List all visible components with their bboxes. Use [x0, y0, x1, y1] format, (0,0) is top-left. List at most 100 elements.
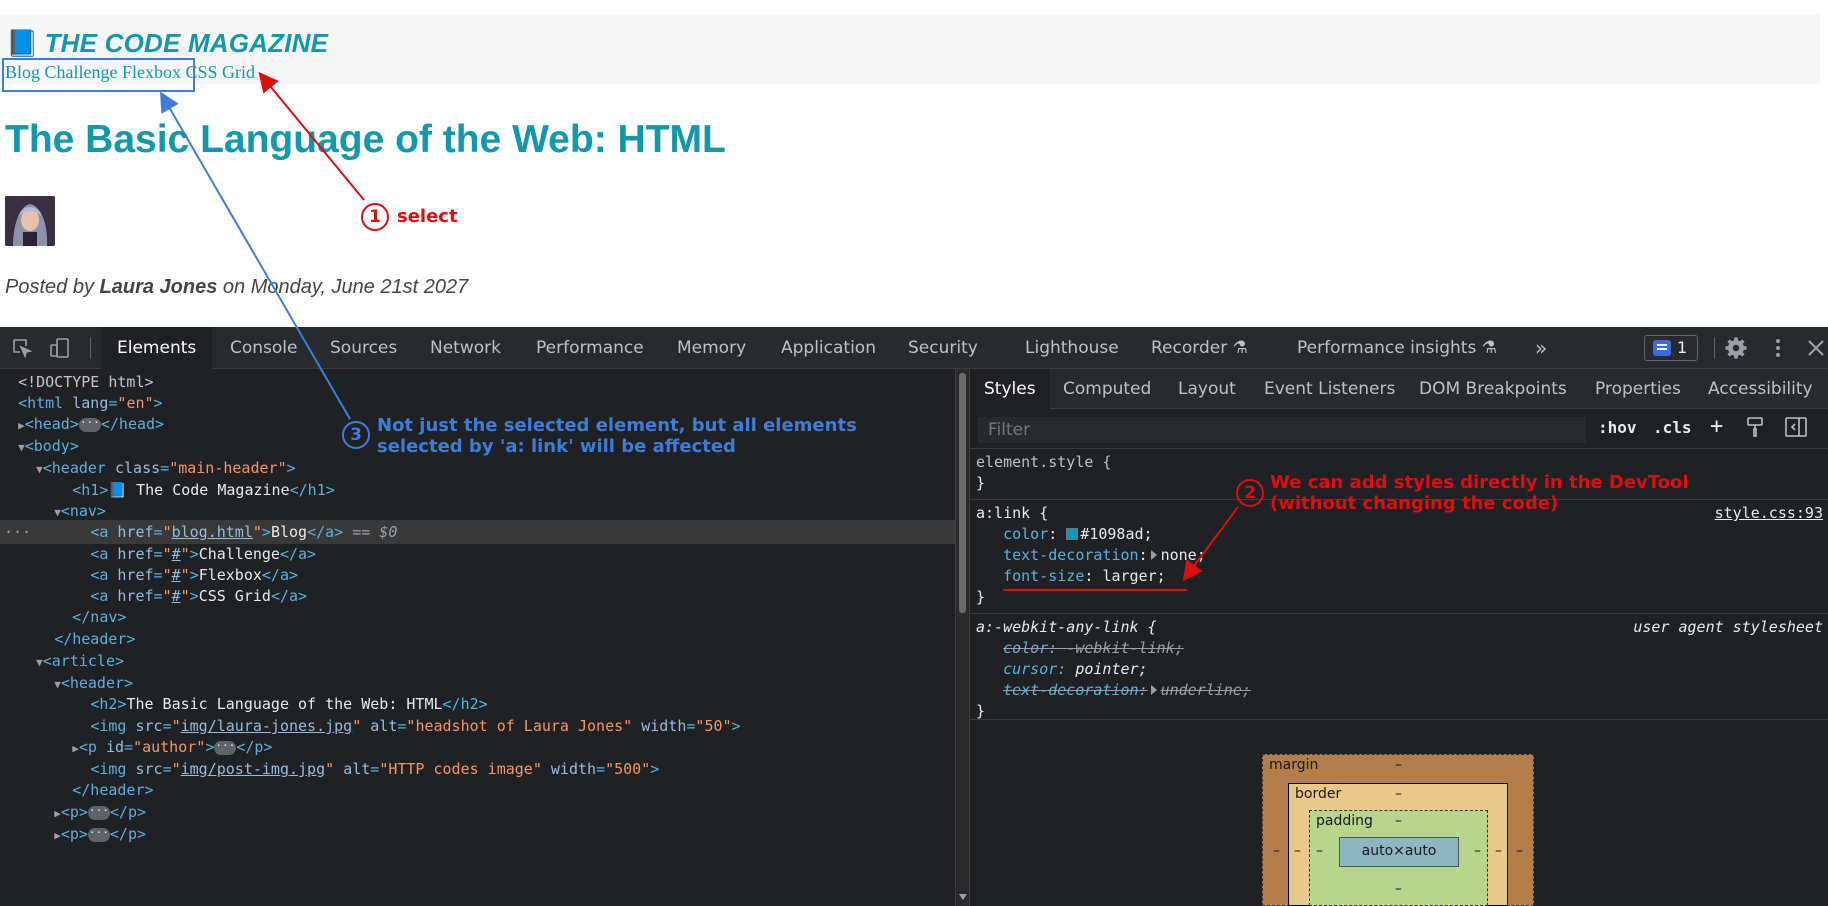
tab-separator	[90, 337, 91, 359]
css-declaration[interactable]: color: -webkit-link;	[976, 638, 1184, 659]
node-actions-icon[interactable]: ···	[4, 520, 31, 544]
ellipsis-icon[interactable]: ···	[87, 805, 110, 820]
tab-console[interactable]: Console	[230, 327, 298, 369]
color-swatch[interactable]	[1066, 528, 1079, 540]
devtools-tab-bar: Elements Console Sources Network Perform…	[0, 327, 1828, 369]
tab-lighthouse[interactable]: Lighthouse	[1025, 327, 1119, 369]
tab-memory[interactable]: Memory	[677, 327, 746, 369]
issues-badge[interactable]: 1	[1644, 335, 1698, 361]
expand-triangle-icon[interactable]	[1150, 550, 1157, 560]
dom-node-body[interactable]: ▼<body>	[0, 434, 955, 458]
user-agent-label: user agent stylesheet	[1633, 618, 1823, 636]
class-toggle[interactable]: .cls	[1653, 418, 1692, 437]
site-title: 📘 THE CODE MAGAZINE	[6, 28, 329, 58]
new-style-rule-icon[interactable]: +	[1710, 414, 1723, 439]
box-model-content[interactable]: auto×auto	[1339, 837, 1459, 867]
dom-node-header[interactable]: ▼<header class="main-header">	[0, 456, 955, 480]
issues-icon	[1653, 340, 1671, 356]
css-declaration[interactable]: color: #1098ad;	[976, 524, 1152, 545]
rule-selector[interactable]: a:-webkit-any-link {	[976, 618, 1157, 636]
expand-triangle-icon[interactable]: ▶	[54, 807, 61, 820]
scroll-down-arrow-icon[interactable]	[959, 894, 967, 900]
tab-recorder[interactable]: Recorder ⚗	[1151, 327, 1248, 369]
tab-styles[interactable]: Styles	[970, 369, 1050, 409]
dom-node-p[interactable]: ▶<p>···</p>	[0, 822, 955, 846]
user-agent-rule: a:-webkit-any-link { user agent styleshe…	[970, 615, 1828, 720]
tab-performance[interactable]: Performance	[536, 327, 644, 369]
css-declaration[interactable]: cursor: pointer;	[976, 659, 1148, 680]
settings-gear-icon[interactable]	[1724, 336, 1748, 360]
a-link-rule: a:link { style.css:93 color: #1098ad; te…	[970, 501, 1828, 614]
nav-link-css-grid[interactable]: CSS Grid	[186, 62, 256, 82]
dom-node-p-author[interactable]: ▶<p id="author">···</p>	[0, 735, 955, 759]
tab-accessibility[interactable]: Accessibility	[1708, 369, 1813, 409]
collapse-triangle-icon[interactable]: ▼	[54, 678, 61, 691]
tab-properties[interactable]: Properties	[1595, 369, 1681, 409]
author-name: Laura Jones	[99, 276, 218, 298]
device-toolbar-icon[interactable]	[48, 336, 72, 360]
more-tabs-icon[interactable]: »	[1535, 327, 1547, 369]
dom-node-header-close[interactable]: </header>	[0, 627, 955, 651]
expand-triangle-icon[interactable]: ▶	[72, 742, 79, 755]
devtools-body: <!DOCTYPE html> <html lang="en"> ▶<head>…	[0, 369, 1828, 906]
styles-filter-input[interactable]	[978, 417, 1586, 443]
main-header: 📘 THE CODE MAGAZINE	[0, 14, 1820, 84]
tab-computed[interactable]: Computed	[1063, 369, 1151, 409]
dom-node-p[interactable]: ▶<p>···</p>	[0, 800, 955, 824]
collapse-triangle-icon[interactable]: ▼	[36, 463, 43, 476]
tab-separator	[1714, 337, 1715, 359]
tab-dom-breakpoints[interactable]: DOM Breakpoints	[1419, 369, 1567, 409]
source-link[interactable]: style.css:93	[1715, 503, 1823, 524]
css-declaration-added[interactable]: font-size: larger;	[976, 566, 1166, 587]
more-options-icon[interactable]	[1766, 336, 1790, 360]
ellipsis-icon[interactable]: ···	[87, 827, 110, 842]
article-title: The Basic Language of the Web: HTML	[5, 118, 726, 161]
ellipsis-icon[interactable]: ···	[78, 417, 101, 432]
paint-brush-icon[interactable]	[1745, 416, 1765, 442]
elements-scrollbar[interactable]	[955, 369, 969, 906]
expand-triangle-icon[interactable]	[1150, 685, 1157, 695]
tab-security[interactable]: Security	[908, 327, 978, 369]
devtools-panel: Elements Console Sources Network Perform…	[0, 327, 1828, 906]
tab-application[interactable]: Application	[781, 327, 876, 369]
css-declaration[interactable]: text-decoration: none;	[976, 545, 1206, 566]
css-declaration[interactable]: text-decoration: underline;	[976, 680, 1251, 701]
toggle-sidebar-icon[interactable]	[1785, 417, 1807, 441]
tab-network[interactable]: Network	[430, 327, 501, 369]
hover-state-toggle[interactable]: :hov	[1598, 418, 1637, 437]
dom-node-article[interactable]: ▼<article>	[0, 649, 955, 673]
selected-element-highlight	[2, 58, 195, 92]
collapse-triangle-icon[interactable]: ▼	[18, 441, 25, 454]
tab-elements[interactable]: Elements	[101, 327, 213, 369]
scrollbar-thumb[interactable]	[959, 373, 966, 613]
dom-node-header-close-2[interactable]: </header>	[0, 778, 955, 802]
element-style-block: element.style { }	[970, 450, 1828, 500]
tab-layout[interactable]: Layout	[1178, 369, 1236, 409]
collapse-triangle-icon[interactable]: ▼	[36, 656, 43, 669]
inspect-element-icon[interactable]	[10, 336, 34, 360]
rule-selector[interactable]: a:link {	[976, 504, 1048, 522]
ellipsis-icon[interactable]: ···	[214, 740, 237, 755]
dom-node-head[interactable]: ▶<head>···</head>	[0, 412, 955, 436]
expand-triangle-icon[interactable]: ▶	[54, 829, 61, 842]
element-style-selector[interactable]: element.style {	[976, 453, 1111, 471]
expand-triangle-icon[interactable]: ▶	[18, 419, 25, 432]
flask-icon: ⚗	[1481, 338, 1497, 358]
tab-event-listeners[interactable]: Event Listeners	[1264, 369, 1395, 409]
tab-sources[interactable]: Sources	[330, 327, 397, 369]
dom-node-h2[interactable]: <h2>The Basic Language of the Web: HTML<…	[0, 692, 955, 716]
close-icon[interactable]	[1804, 336, 1828, 360]
tab-performance-insights[interactable]: Performance insights ⚗	[1297, 327, 1497, 369]
elements-tree: <!DOCTYPE html> <html lang="en"> ▶<head>…	[0, 369, 955, 906]
author-avatar	[5, 196, 55, 246]
styles-pane: Styles Computed Layout Event Listeners D…	[969, 369, 1828, 906]
web-page: 📘 THE CODE MAGAZINE Blog Challenge Flexbo…	[0, 0, 1828, 327]
dom-node-nav-close[interactable]: </nav>	[0, 605, 955, 629]
post-byline: Posted by Laura Jones on Monday, June 21…	[5, 276, 469, 298]
dom-node-a-blog-selected[interactable]: ··· <a href="blog.html">Blog</a> == $0	[0, 520, 955, 544]
styles-filter-row: :hov .cls +	[970, 409, 1828, 449]
book-icon: 📘	[6, 28, 39, 58]
styles-tab-bar: Styles Computed Layout Event Listeners D…	[970, 369, 1828, 409]
flask-icon: ⚗	[1232, 338, 1248, 358]
collapse-triangle-icon[interactable]: ▼	[54, 506, 61, 519]
